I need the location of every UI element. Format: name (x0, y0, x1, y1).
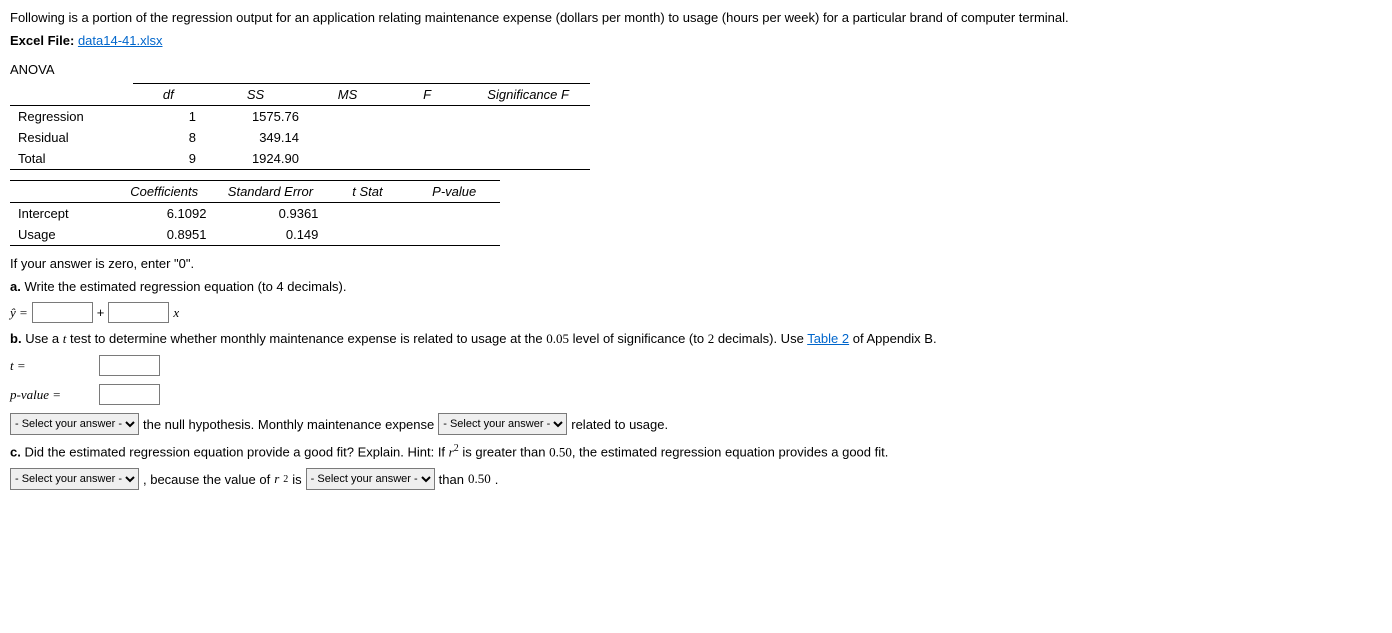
col-df: df (133, 84, 204, 106)
compare-select[interactable]: - Select your answer - (306, 468, 435, 490)
excel-file-link[interactable]: data14-41.xlsx (78, 33, 163, 48)
intercept-input[interactable] (32, 302, 93, 323)
table2-link[interactable]: Table 2 (807, 331, 849, 346)
fit-select[interactable]: - Select your answer - (10, 468, 139, 490)
col-sigf: Significance F (466, 84, 590, 106)
sentence-text: the null hypothesis. Monthly maintenance… (143, 417, 434, 432)
col-tstat: t Stat (326, 181, 408, 203)
hypothesis-row: - Select your answer - the null hypothes… (10, 413, 1380, 435)
anova-heading: ANOVA (10, 62, 1380, 77)
t-stat-row: t = (10, 355, 1380, 376)
sentence-text: than (439, 472, 464, 487)
pvalue-row: p-value = (10, 384, 1380, 405)
table-row: Residual 8 349.14 (10, 127, 590, 148)
table-row: Intercept 6.1092 0.9361 (10, 203, 500, 225)
intro-text: Following is a portion of the regression… (10, 10, 1380, 25)
anova-table: df SS MS F Significance F Regression 1 1… (10, 83, 590, 170)
equation-row: ŷ = + x (10, 302, 1380, 323)
col-pval: P-value (408, 181, 500, 203)
coefficients-table: Coefficients Standard Error t Stat P-val… (10, 180, 500, 246)
col-ss: SS (204, 84, 307, 106)
sentence-text: is (292, 472, 301, 487)
table-row: Usage 0.8951 0.149 (10, 224, 500, 246)
pvalue-input[interactable] (99, 384, 160, 405)
question-a: a. Write the estimated regression equati… (10, 279, 1380, 294)
plus-sign: + (97, 305, 105, 320)
x-var: x (173, 305, 179, 321)
col-f: F (388, 84, 466, 106)
related-select[interactable]: - Select your answer - (438, 413, 567, 435)
fit-row: - Select your answer - , because the val… (10, 468, 1380, 490)
col-ms: MS (307, 84, 388, 106)
sentence-text: , because the value of (143, 472, 270, 487)
col-coef: Coefficients (114, 181, 215, 203)
pvalue-label: p-value = (10, 387, 95, 403)
reject-select[interactable]: - Select your answer - (10, 413, 139, 435)
excel-file-line: Excel File: data14-41.xlsx (10, 33, 1380, 48)
excel-label: Excel File: (10, 33, 74, 48)
t-input[interactable] (99, 355, 160, 376)
yhat-label: ŷ = (10, 305, 28, 321)
t-label: t = (10, 358, 95, 374)
table-row: Total 9 1924.90 (10, 148, 590, 170)
question-b: b. Use a t test to determine whether mon… (10, 331, 1380, 347)
zero-note: If your answer is zero, enter "0". (10, 256, 1380, 271)
slope-input[interactable] (108, 302, 169, 323)
col-se: Standard Error (214, 181, 326, 203)
sentence-text: related to usage. (571, 417, 668, 432)
question-c: c. Did the estimated regression equation… (10, 443, 1380, 460)
table-row: Regression 1 1575.76 (10, 106, 590, 128)
